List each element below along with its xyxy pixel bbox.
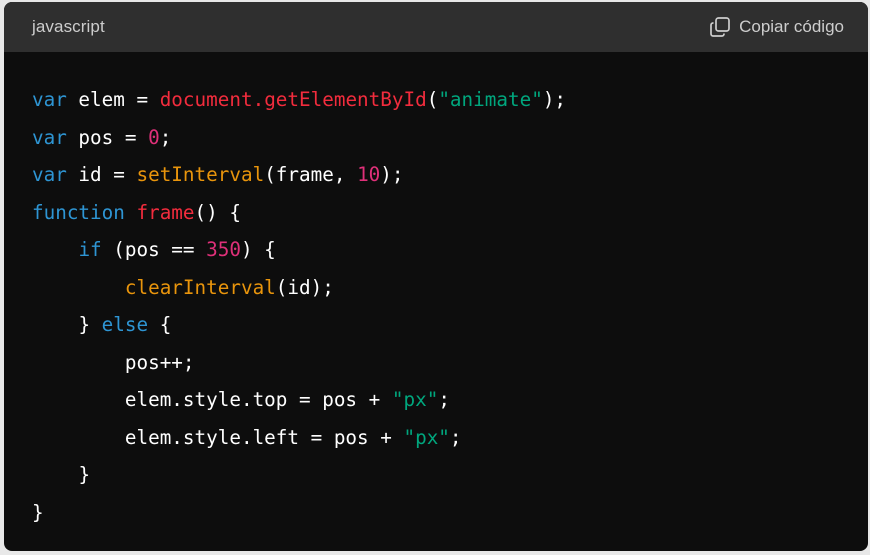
string-token: "px" — [391, 388, 439, 411]
language-label: javascript — [32, 17, 105, 36]
code-token: () { — [194, 200, 241, 224]
code-line: } — [32, 494, 868, 532]
code-token: id = — [66, 163, 137, 186]
code-token: } — [32, 500, 44, 524]
copy-code-button[interactable]: Copiar código — [709, 16, 844, 38]
code-token: elem = — [66, 88, 160, 111]
code-token: ; — [159, 125, 172, 149]
copy-icon — [709, 16, 731, 38]
code-line: } — [32, 456, 868, 494]
number-token: 10 — [357, 163, 381, 186]
code-line: function frame() { — [32, 194, 868, 232]
code-token: . — [252, 88, 265, 111]
string-token: "animate" — [438, 88, 543, 111]
window-frame: javascript Copiar código var elem = docu… — [0, 0, 870, 555]
code-line: pos++; — [32, 344, 868, 382]
code-token: pos = — [66, 125, 149, 149]
code-token: (id); — [275, 275, 334, 299]
keyword-token: function — [32, 200, 125, 224]
code-token: } — [78, 463, 91, 486]
code-line: var elem = document.getElementById("anim… — [32, 81, 868, 119]
string-token: "px" — [403, 425, 450, 449]
number-token: 350 — [206, 238, 241, 261]
code-token: ) { — [240, 238, 276, 261]
function-call-token: clearInterval — [124, 275, 276, 299]
code-token: ; — [449, 425, 462, 449]
copy-code-label: Copiar código — [739, 17, 844, 36]
code-line: elem.style.top = pos + "px"; — [32, 381, 868, 419]
keyword-token: else — [101, 313, 149, 336]
code-header: javascript Copiar código — [4, 2, 868, 52]
code-token: ; — [438, 388, 450, 411]
code-line: clearInterval(id); — [32, 269, 868, 307]
code-token: pos++; — [124, 350, 195, 374]
keyword-token: var — [32, 125, 67, 149]
code-token: ); — [380, 163, 404, 186]
code-token: elem.style.left = pos + — [124, 425, 404, 449]
code-line: } else { — [32, 306, 868, 344]
code-block: javascript Copiar código var elem = docu… — [4, 2, 868, 551]
code-token: { — [148, 313, 172, 336]
function-call-token: setInterval — [136, 163, 265, 186]
code-token: (pos == — [101, 238, 207, 261]
code-token: elem.style.top = pos + — [124, 388, 392, 411]
number-token: 0 — [148, 125, 160, 149]
code-token: ); — [542, 88, 567, 111]
keyword-token: var — [32, 163, 67, 186]
code-line: elem.style.left = pos + "px"; — [32, 419, 868, 457]
function-name-token: frame — [136, 200, 195, 224]
code-token: (frame, — [264, 163, 358, 186]
keyword-token: var — [32, 88, 67, 111]
code-token: ( — [426, 88, 439, 111]
code-line: var pos = 0; — [32, 119, 868, 157]
code-line: if (pos == 350) { — [32, 231, 868, 269]
code-content: var elem = document.getElementById("anim… — [4, 52, 868, 531]
code-token: } — [78, 313, 102, 336]
keyword-token: if — [78, 238, 102, 261]
code-line: var id = setInterval(frame, 10); — [32, 156, 868, 194]
object-token: document — [159, 88, 253, 111]
method-token: getElementById — [264, 88, 427, 111]
